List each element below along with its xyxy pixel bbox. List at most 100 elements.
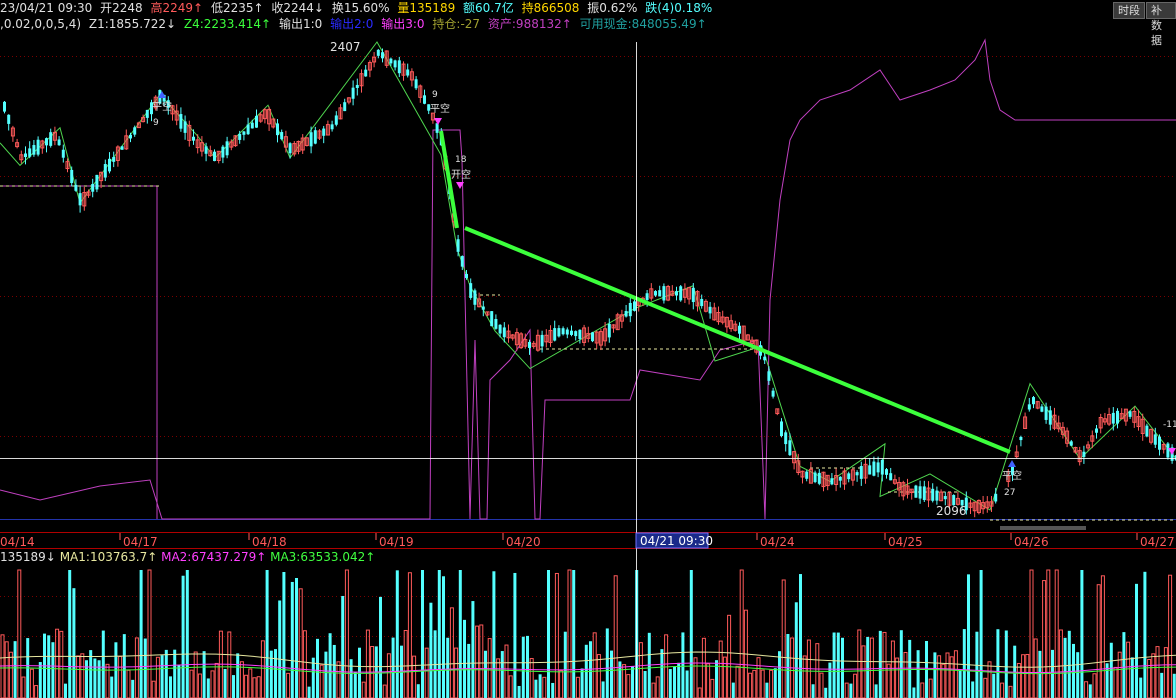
volume-bar — [572, 570, 576, 698]
volume-bar — [844, 682, 849, 698]
candle-body — [662, 286, 666, 301]
volume-bar — [274, 649, 277, 698]
volume-bar — [601, 681, 605, 698]
volume-bar — [265, 570, 269, 698]
candle-body — [1019, 436, 1023, 441]
volume-bar — [1067, 630, 1071, 698]
ping-kong-label-1: 平空 — [152, 100, 172, 113]
kline-chart[interactable]: 2407 2096 平空 9 9 平空 18 开空 平空 27 -11 04/1… — [0, 0, 1176, 698]
volume-bar — [80, 653, 85, 698]
candle-body — [330, 124, 334, 130]
volume-bars — [0, 569, 1176, 698]
volume-bar — [449, 607, 454, 698]
candle-body — [276, 123, 279, 136]
volume-bar — [278, 600, 282, 698]
volume-bar — [1092, 673, 1097, 698]
volume-bar — [1054, 569, 1059, 698]
volume-bar — [567, 569, 572, 698]
volume-bar — [358, 647, 361, 698]
volume-bar — [508, 675, 513, 698]
volume-bar — [895, 657, 900, 698]
volume-bar — [17, 569, 22, 698]
volume-bar — [1096, 584, 1101, 698]
volume-bar — [967, 574, 970, 698]
volume-bar — [849, 683, 853, 698]
volume-bar — [68, 570, 72, 698]
candle-body — [183, 121, 187, 133]
candle-body — [1040, 406, 1044, 412]
candle-body — [204, 146, 208, 154]
volume-bar — [933, 652, 937, 698]
volume-bar — [248, 668, 253, 698]
volume-bar — [718, 640, 723, 698]
volume-bar — [151, 680, 156, 698]
volume-bar — [467, 643, 471, 698]
candle-body — [74, 184, 78, 191]
volume-bar — [1113, 666, 1118, 698]
volume-bar — [47, 635, 51, 698]
candle-body — [645, 293, 649, 300]
volume-bar — [1046, 569, 1051, 698]
candle-body — [885, 469, 888, 475]
candle-body — [61, 149, 65, 158]
volume-bar — [202, 651, 206, 698]
candle-body — [708, 306, 712, 314]
volume-bar — [794, 602, 798, 698]
candle-body — [935, 490, 939, 501]
volume-bar — [1155, 646, 1160, 698]
volume-bar — [626, 674, 631, 698]
volume-bar — [475, 625, 480, 698]
candle-body — [1082, 451, 1086, 457]
volume-bar — [778, 651, 781, 698]
volume-bar — [886, 663, 891, 698]
volume-bar — [971, 681, 975, 698]
volume-bar — [155, 656, 160, 698]
candle-body — [922, 486, 926, 501]
count-label-27: 27 — [1004, 488, 1015, 498]
candle-body — [322, 128, 326, 136]
candle-body — [889, 473, 893, 481]
candle-body — [830, 478, 834, 485]
candle-body — [1032, 397, 1035, 405]
volume-bar — [1029, 569, 1034, 698]
volume-bar — [866, 636, 870, 698]
candle-body — [221, 146, 225, 158]
volume-bar — [126, 669, 131, 698]
volume-bar — [442, 576, 445, 698]
volume-bar — [193, 651, 198, 698]
volume-bar — [819, 672, 824, 698]
volume-bar — [1025, 653, 1030, 698]
candle-body — [553, 328, 557, 341]
volume-bar — [1151, 653, 1156, 698]
volume-bar — [4, 641, 9, 698]
scrollbar-thumb[interactable] — [1000, 526, 1086, 530]
volume-bar — [290, 581, 294, 698]
candle-body — [780, 421, 783, 437]
volume-value: 135189↓ — [0, 550, 56, 564]
candle-body — [805, 471, 809, 479]
candle-body — [242, 131, 246, 135]
volume-bar — [93, 658, 97, 698]
candle-body — [406, 69, 410, 76]
candle-body — [498, 324, 502, 334]
volume-bar — [727, 614, 732, 698]
volume-bar — [693, 657, 698, 698]
volume-bar — [365, 629, 370, 698]
candle-body — [1027, 404, 1031, 410]
candle-body — [423, 95, 426, 104]
volume-bar — [38, 662, 42, 698]
volume-bar — [1021, 654, 1026, 698]
volume-bar — [260, 640, 265, 698]
candle-body — [456, 239, 460, 252]
volume-bar — [811, 684, 815, 698]
volume-bar — [701, 637, 706, 698]
candle-body — [334, 115, 338, 125]
volume-bar — [143, 638, 147, 698]
candle-body — [1044, 406, 1048, 420]
volume-bar — [697, 687, 702, 698]
volume-bar — [828, 662, 832, 698]
candle-body — [45, 138, 48, 146]
volume-bar — [882, 631, 887, 698]
volume-bar — [177, 664, 181, 698]
volume-bar — [689, 570, 693, 698]
